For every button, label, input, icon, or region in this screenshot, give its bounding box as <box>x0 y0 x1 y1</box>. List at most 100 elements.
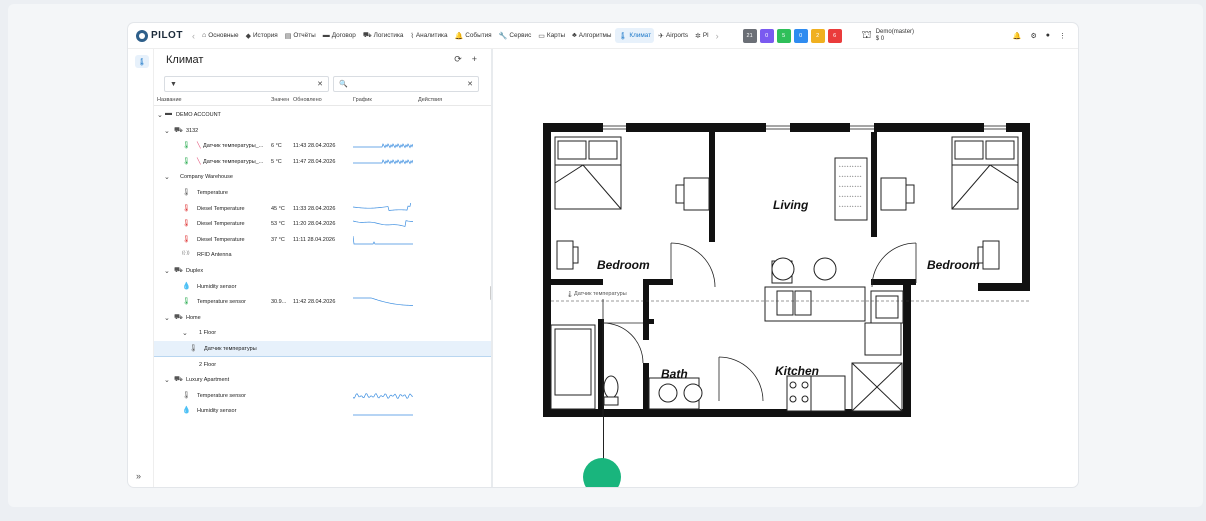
sparkline-chart[interactable] <box>353 296 413 308</box>
expand-toggle-icon[interactable]: ⌄ <box>164 127 170 135</box>
room-bedroom-left[interactable]: Bedroom <box>597 258 650 272</box>
table-row[interactable]: 2 Floor <box>154 357 491 373</box>
row-updated: 11:43 28.04.2026 <box>293 143 336 150</box>
room-bath[interactable]: Bath <box>661 367 688 381</box>
panel-resize-handle[interactable] <box>491 49 493 487</box>
nav-scroll-left-icon[interactable]: ‹ <box>192 31 195 41</box>
warning-icon: ╲ <box>197 143 201 150</box>
table-row[interactable]: ⌄ ⛟ 3132 <box>154 123 491 139</box>
tab-events[interactable]: 🔔 События <box>452 28 495 43</box>
service-icon: 🔧 <box>498 32 508 40</box>
tab-home[interactable]: ⌂ Основные <box>199 28 242 43</box>
bell-icon[interactable]: 🔔 <box>1013 32 1022 40</box>
col-updated[interactable]: Обновлено <box>293 97 322 103</box>
table-row[interactable]: 🌡 Diesel Temperature 37 °C 11:11 28.04.2026 <box>154 232 491 248</box>
table-row[interactable]: 🌡 Diesel Temperature 53 °C 11:20 28.04.2026 <box>154 216 491 232</box>
algorithms-icon: ♣ <box>572 32 577 39</box>
climate-rail-icon[interactable]: 🌡 <box>135 55 149 68</box>
table-row[interactable]: 🌡 ╲ Датчик температуры_... 5 °C 11:47 28.04.… <box>154 154 491 170</box>
floor-plan[interactable]: + + + + + + + + + + + + + + + + + + + + +… <box>543 123 1030 417</box>
tab-airports[interactable]: ✈ Airports <box>655 28 691 43</box>
table-row[interactable]: ((·)) RFID Antenna <box>154 247 491 263</box>
counter-badge[interactable]: 0 <box>759 28 774 43</box>
sparkline-chart[interactable] <box>353 234 413 246</box>
col-value[interactable]: Значен <box>271 97 289 103</box>
search-input[interactable]: 🔍 ✕ <box>333 76 479 92</box>
top-navigation: PILOT ‹ ⌂ Основные ◆ История ▤ Отчёты ▬ Договор… <box>128 23 1078 49</box>
expand-toggle-icon[interactable]: ⌄ <box>157 111 163 119</box>
tab-maps[interactable]: ▭ Карты <box>535 28 568 43</box>
nav-scroll-right-icon[interactable]: › <box>716 31 719 41</box>
tab-reports[interactable]: ▤ Отчёты <box>282 28 319 43</box>
tab-climate[interactable]: 🌡 Климат <box>615 28 655 43</box>
sparkline-chart[interactable] <box>353 156 413 168</box>
table-row[interactable]: ⌄ Company Warehouse <box>154 169 491 185</box>
counter-badge[interactable]: 0 <box>793 28 808 43</box>
room-living[interactable]: Living <box>773 198 809 212</box>
sparkline-chart[interactable] <box>353 405 413 417</box>
filter-clear-icon[interactable]: ✕ <box>317 80 323 88</box>
row-name: Company Warehouse <box>180 174 233 181</box>
sparkline-chart[interactable] <box>353 202 413 215</box>
tab-label: Карты <box>546 32 566 39</box>
sparkline-chart[interactable] <box>353 218 413 230</box>
table-row[interactable]: ⌄ ⛟ Luxury Apartment <box>154 372 491 388</box>
col-chart[interactable]: График <box>353 97 372 103</box>
expand-toggle-icon[interactable]: ⌄ <box>182 329 188 337</box>
counter-badge[interactable]: 5 <box>776 28 791 43</box>
tab-service[interactable]: 🔧 Сервис <box>496 28 535 43</box>
row-name: Датчик температуры_... <box>203 158 264 165</box>
user-balance: $ 0 <box>875 35 885 42</box>
table-row[interactable]: 🌡 Temperature sensor 30.9... 11:42 28.04.20… <box>154 294 491 310</box>
expand-toggle-icon[interactable]: ⌄ <box>164 173 170 181</box>
svg-text:+ + + + + + + + +: + + + + + + + + + <box>839 184 862 188</box>
contract-icon: ▬ <box>322 32 330 39</box>
refresh-icon[interactable]: ⟳ <box>454 54 462 65</box>
table-row[interactable]: 💧 Humidity sensor <box>154 403 491 419</box>
more-icon[interactable]: ⋮ <box>1059 32 1066 40</box>
user-menu[interactable]: ⛫ Demo(master) $ 0 <box>862 29 914 43</box>
table-row[interactable]: ⌄ 1 Floor <box>154 325 491 341</box>
room-bedroom-right[interactable]: Bedroom <box>927 258 980 272</box>
table-row[interactable]: 🌡 Датчик температуры <box>154 341 491 357</box>
add-icon[interactable]: + <box>472 54 477 65</box>
sparkline-chart[interactable] <box>353 390 413 402</box>
table-row[interactable]: 🌡 Temperature sensor <box>154 388 491 404</box>
pilot-logo[interactable]: PILOT <box>136 29 188 42</box>
tab-pl[interactable]: ✲ Pl <box>692 28 712 43</box>
gear-icon[interactable]: ⚙ <box>1030 32 1036 40</box>
globe-icon[interactable]: ● <box>1046 32 1050 40</box>
counter-badge[interactable]: 2 <box>810 28 825 43</box>
filter-input[interactable]: ▼ ✕ <box>164 76 329 92</box>
table-row[interactable]: 🌡 ╲ Датчик температуры_... 6 °C 11:43 28.04.… <box>154 138 491 154</box>
tab-logistics[interactable]: ⛟ Логистика <box>360 28 407 43</box>
expand-toggle-icon[interactable]: ⌄ <box>164 314 170 322</box>
tab-history[interactable]: ◆ История <box>243 28 281 43</box>
table-row[interactable]: ⌄ ▬ DEMO ACCOUNT <box>154 107 491 123</box>
tab-analytics[interactable]: ⌇ Аналитика <box>407 28 450 43</box>
row-name: Diesel Temperature <box>197 236 245 243</box>
expand-rail-icon[interactable]: » <box>136 471 141 481</box>
table-row[interactable]: ⌄ ⛟ Duplex <box>154 263 491 279</box>
table-row[interactable]: 🌡 Diesel Temperature 45 °C 11:33 28.04.2026 <box>154 201 491 217</box>
row-name: Humidity sensor <box>197 283 237 290</box>
search-clear-icon[interactable]: ✕ <box>467 80 473 88</box>
col-name[interactable]: Название <box>157 97 182 103</box>
sensor-marker[interactable] <box>583 458 621 487</box>
sparkline-chart[interactable] <box>353 140 413 152</box>
counter-badge[interactable]: 6 <box>827 28 842 43</box>
tab-contract[interactable]: ▬ Договор <box>320 28 359 43</box>
counter-badge[interactable]: 21 <box>742 28 757 43</box>
tab-label: Airports <box>666 32 689 39</box>
expand-toggle-icon[interactable]: ⌄ <box>164 376 170 384</box>
tab-algorithms[interactable]: ♣ Алгоритмы <box>569 28 614 43</box>
col-actions[interactable]: Действия <box>418 97 442 103</box>
pl-icon: ✲ <box>695 32 701 40</box>
table-row[interactable]: ⌄ ⛟ Home <box>154 310 491 326</box>
table-row[interactable]: 🌡 Temperature <box>154 185 491 201</box>
tab-label: Климат <box>629 32 652 39</box>
history-icon: ◆ <box>245 32 251 40</box>
room-kitchen[interactable]: Kitchen <box>775 364 819 378</box>
expand-toggle-icon[interactable]: ⌄ <box>164 267 170 275</box>
table-row[interactable]: 💧 Humidity sensor <box>154 279 491 295</box>
